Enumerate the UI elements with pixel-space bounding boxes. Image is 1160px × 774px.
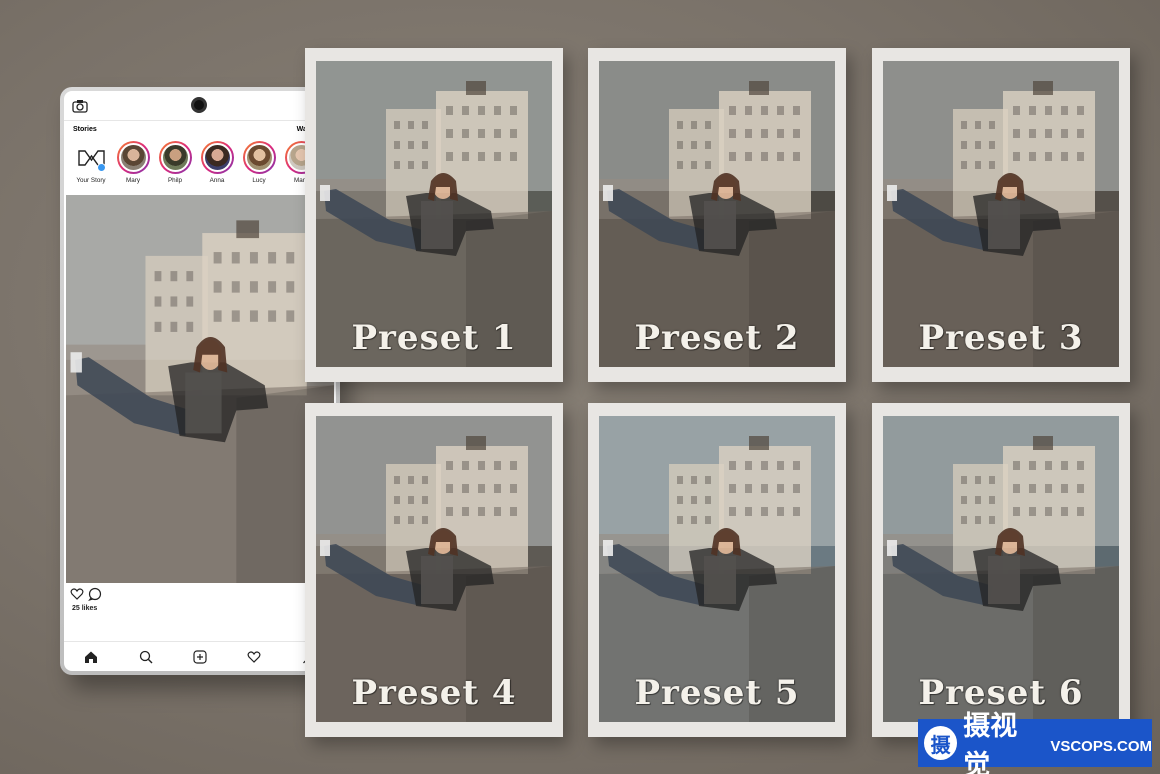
preset-label: Preset 1: [351, 318, 517, 358]
preset-card-1[interactable]: Preset 1: [305, 48, 563, 382]
story-name: Your Story: [76, 177, 106, 184]
stories-title: Stories: [73, 126, 97, 133]
story-avatar: [158, 141, 192, 174]
preset-card-5[interactable]: Preset 5: [588, 403, 846, 737]
preset-card-3[interactable]: Preset 3: [872, 48, 1130, 382]
story-name: Anna: [209, 177, 225, 184]
camera-punch-hole: [191, 97, 207, 113]
heart-icon[interactable]: [247, 650, 261, 664]
preset-card-6[interactable]: Preset 6: [872, 403, 1130, 737]
watermark-logo-icon: 摄: [924, 726, 958, 760]
preset-label: Preset 3: [918, 318, 1084, 358]
watermark-cn-text: 摄视觉: [963, 711, 1018, 774]
story-philp[interactable]: Philp: [154, 141, 196, 189]
heart-icon[interactable]: [70, 587, 84, 601]
preset-label: Preset 2: [634, 318, 800, 358]
story-avatar: [200, 141, 234, 174]
stories-header: Stories Watch All: [64, 121, 336, 137]
your-story-logo: [75, 141, 108, 174]
story-your-story[interactable]: Your Story: [70, 141, 112, 189]
comment-icon[interactable]: [88, 587, 102, 601]
plus-badge-icon: [96, 163, 106, 172]
instagram-screen: Stories Watch All Your Story Mary Philp: [64, 91, 336, 671]
preset-label: Preset 4: [351, 673, 517, 713]
watermark-badge: 摄 摄视觉 VSCOPS.COM: [918, 711, 1152, 774]
watermark-url-text: VSCOPS.COM: [1050, 737, 1152, 755]
story-avatar: [242, 141, 276, 174]
story-name: Mary: [126, 177, 140, 184]
post-photo[interactable]: [66, 195, 334, 583]
post-actions: 25 likes: [64, 585, 336, 625]
story-avatar: [116, 141, 150, 174]
camera-icon[interactable]: [72, 99, 88, 113]
home-icon[interactable]: [84, 650, 98, 664]
story-name: Lucy: [252, 177, 266, 184]
story-lucy[interactable]: Lucy: [238, 141, 280, 189]
add-post-icon[interactable]: [193, 649, 207, 664]
phone-mockup: Stories Watch All Your Story Mary Philp: [60, 87, 340, 675]
stories-row: Your Story Mary Philp Anna Lucy Mark: [64, 137, 336, 189]
post-image: [66, 195, 334, 583]
search-icon[interactable]: [139, 650, 153, 664]
bottom-nav: [64, 641, 336, 671]
story-name: Philp: [167, 177, 182, 184]
preset-card-2[interactable]: Preset 2: [588, 48, 846, 382]
story-anna[interactable]: Anna: [196, 141, 238, 189]
preset-card-4[interactable]: Preset 4: [305, 403, 563, 737]
preset-label: Preset 5: [634, 673, 800, 713]
story-mary[interactable]: Mary: [112, 141, 154, 189]
top-bar: [64, 91, 336, 121]
likes-count: 25 likes: [72, 605, 98, 612]
